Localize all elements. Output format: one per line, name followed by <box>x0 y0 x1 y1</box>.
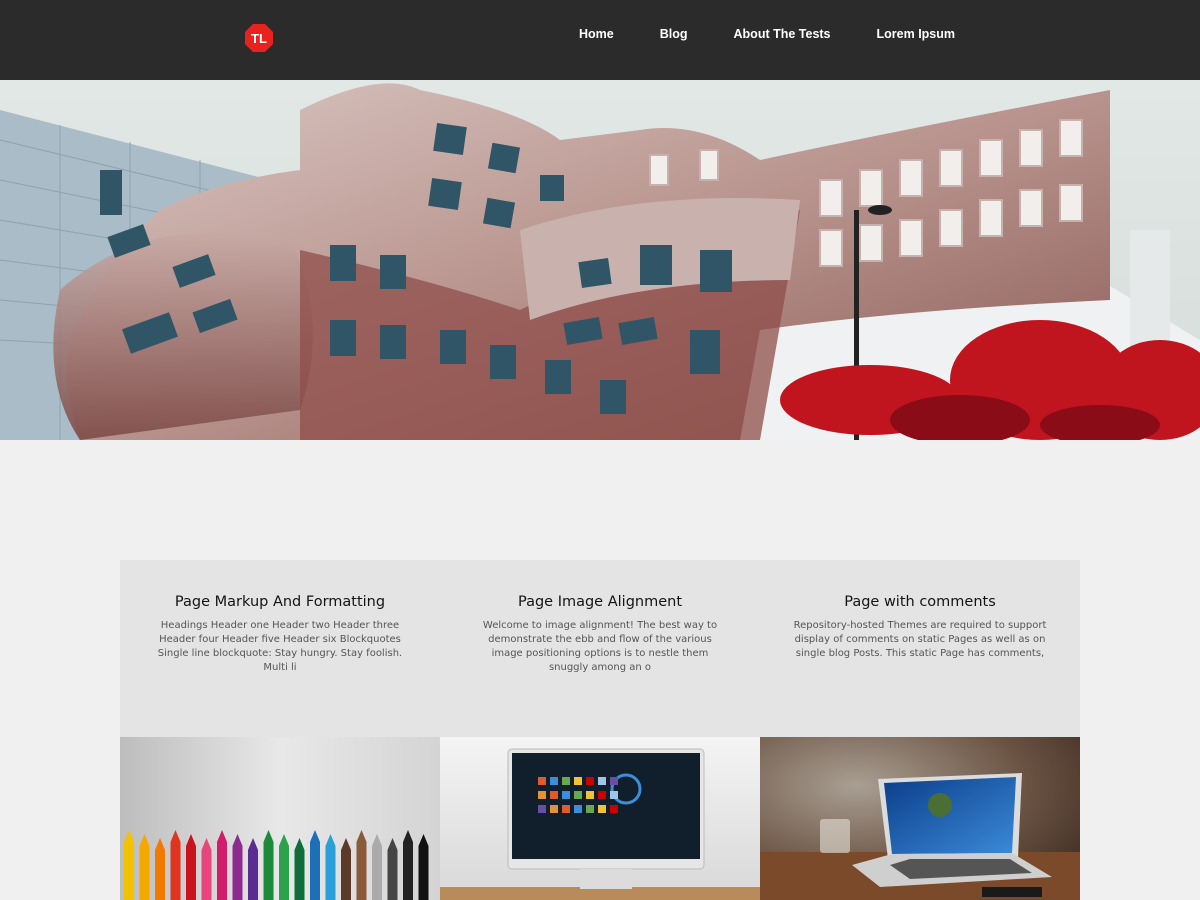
building-photo <box>0 80 1200 440</box>
app-icon <box>610 791 618 799</box>
marker-pen <box>418 846 429 900</box>
nav-lorem-ipsum[interactable]: Lorem Ipsum <box>877 27 956 41</box>
marker-pen <box>248 850 258 900</box>
card-text: Page Image Alignment Welcome to image al… <box>440 560 760 737</box>
marker-pen <box>341 850 351 900</box>
card-excerpt: Headings Header one Header two Header th… <box>157 620 403 673</box>
marker-pen <box>325 846 336 900</box>
card-thumbnail[interactable] <box>120 737 440 900</box>
laptop-on-desk-photo <box>760 737 1080 900</box>
app-icon <box>538 791 546 799</box>
app-icon <box>586 777 594 785</box>
app-icon <box>574 777 582 785</box>
svg-text:TL: TL <box>251 31 267 46</box>
app-icon <box>562 791 570 799</box>
app-icon <box>598 777 606 785</box>
marker-pen <box>186 846 196 900</box>
app-icon <box>610 777 618 785</box>
app-icon <box>598 805 606 813</box>
app-icon <box>550 805 558 813</box>
app-icon <box>586 791 594 799</box>
marker-pen <box>217 842 227 900</box>
card-title[interactable]: Page Markup And Formatting <box>120 594 440 610</box>
card-page-markup: Page Markup And Formatting Headings Head… <box>120 560 440 900</box>
marker-pen <box>279 846 289 900</box>
marker-pen <box>232 846 243 900</box>
hero-image <box>0 80 1200 440</box>
app-icon <box>562 805 570 813</box>
colored-markers-photo <box>120 737 440 900</box>
card-title[interactable]: Page with comments <box>760 594 1080 610</box>
app-icon <box>550 791 558 799</box>
marker-pen <box>387 850 398 900</box>
nav-home[interactable]: Home <box>579 27 614 41</box>
card-title[interactable]: Page Image Alignment <box>440 594 760 610</box>
marker-pen <box>372 846 382 900</box>
card-text: Page Markup And Formatting Headings Head… <box>120 560 440 737</box>
nav-about-the-tests[interactable]: About The Tests <box>734 27 831 41</box>
android-monitor-photo: android <box>440 737 760 900</box>
marker-pen <box>403 842 413 900</box>
card-image-alignment: Page Image Alignment Welcome to image al… <box>440 560 760 900</box>
main-nav: Home Blog About The Tests Lorem Ipsum <box>560 0 1001 68</box>
app-icon <box>586 805 594 813</box>
app-icon <box>538 777 546 785</box>
card-text: Page with comments Repository-hosted The… <box>760 560 1080 737</box>
app-icon <box>598 791 606 799</box>
hexagon-logo-icon: TL <box>245 24 273 52</box>
site-header: TL Home Blog About The Tests Lorem Ipsum <box>0 0 1200 80</box>
marker-pen <box>170 842 181 900</box>
nav-blog[interactable]: Blog <box>660 27 688 41</box>
app-icon <box>574 791 582 799</box>
marker-pen <box>155 850 165 900</box>
marker-pen <box>310 842 320 900</box>
card-thumbnail[interactable]: android <box>440 737 760 900</box>
marker-pen <box>139 846 150 900</box>
app-icon <box>562 777 570 785</box>
marker-pen <box>124 842 134 900</box>
card-page-comments: Page with comments Repository-hosted The… <box>760 560 1080 900</box>
card-excerpt: Welcome to image alignment! The best way… <box>482 620 718 673</box>
featured-pages: Page Markup And Formatting Headings Head… <box>120 560 1080 900</box>
app-icon <box>550 777 558 785</box>
app-icon <box>610 805 618 813</box>
site-logo[interactable]: TL <box>244 23 274 53</box>
marker-pen <box>356 842 367 900</box>
marker-pen <box>294 850 305 900</box>
marker-pen <box>201 850 212 900</box>
card-excerpt: Repository-hosted Themes are required to… <box>793 620 1047 659</box>
card-thumbnail[interactable] <box>760 737 1080 900</box>
marker-pen <box>263 842 274 900</box>
app-icon <box>574 805 582 813</box>
app-icon <box>538 805 546 813</box>
